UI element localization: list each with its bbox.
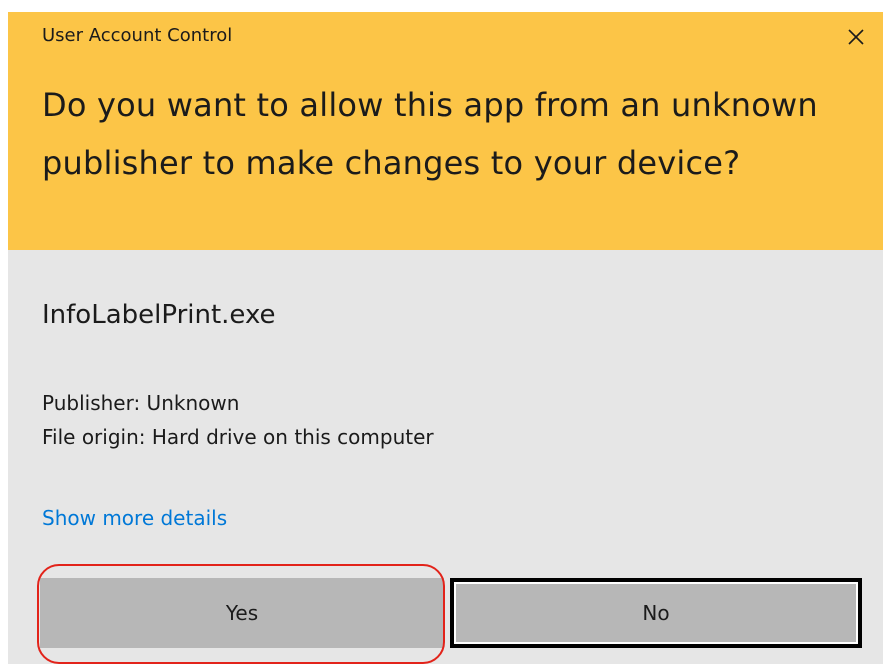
close-button[interactable]	[834, 18, 876, 54]
uac-dialog: User Account Control Do you want to allo…	[8, 12, 883, 664]
no-button-focus-ring	[454, 582, 858, 644]
publisher-text: Publisher: Unknown	[42, 391, 240, 415]
yes-button[interactable]: Yes	[40, 578, 444, 648]
dialog-question: Do you want to allow this app from an un…	[42, 86, 818, 182]
dialog-title: User Account Control	[42, 25, 233, 46]
app-name: InfoLabelPrint.exe	[42, 300, 276, 330]
dialog-header: User Account Control Do you want to allo…	[8, 12, 883, 250]
file-origin-text: File origin: Hard drive on this computer	[42, 425, 434, 449]
app-info: Publisher: Unknown File origin: Hard dri…	[42, 386, 434, 454]
close-icon	[848, 29, 864, 45]
yes-button-label: Yes	[225, 601, 259, 625]
no-button[interactable]: No	[450, 578, 862, 648]
show-more-details-link[interactable]: Show more details	[42, 504, 227, 532]
